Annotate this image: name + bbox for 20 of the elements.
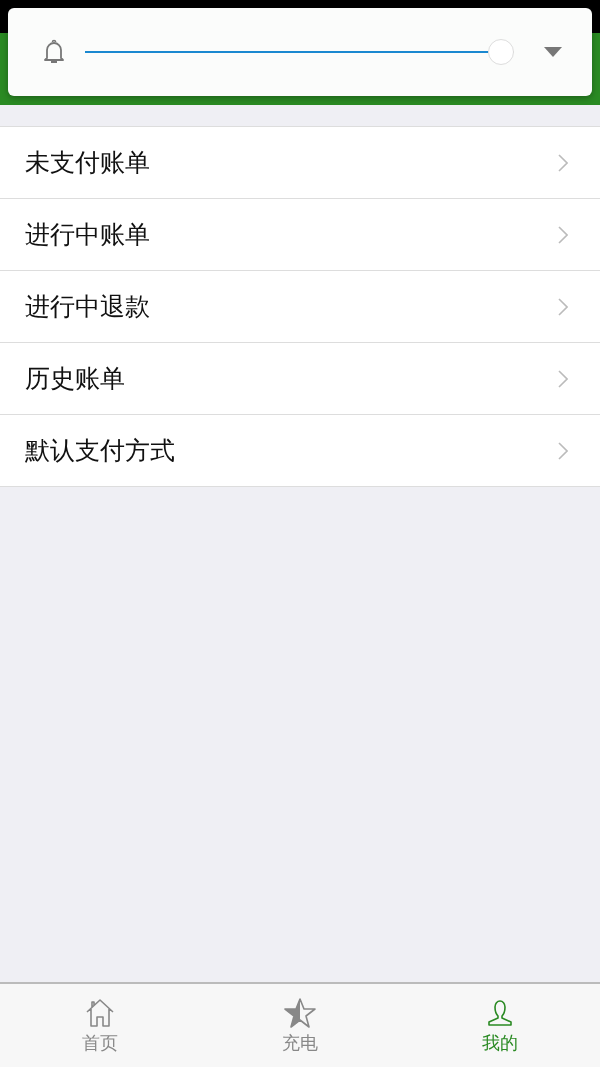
chevron-icon — [558, 225, 568, 244]
chevron-icon — [558, 369, 568, 388]
tab[interactable]: 我的 — [400, 984, 600, 1067]
dropdown-icon[interactable] — [544, 47, 562, 57]
menu-item[interactable]: 进行中账单 — [0, 199, 600, 271]
menu-label: 默认支付方式 — [25, 435, 175, 467]
menu-label: 进行中退款 — [25, 291, 150, 323]
menu-item[interactable]: 未支付账单 — [0, 127, 600, 199]
chevron-icon — [558, 153, 568, 172]
slider-thumb[interactable] — [488, 39, 515, 65]
menu-label: 未支付账单 — [25, 147, 150, 179]
house-icon — [84, 996, 116, 1029]
menu-item[interactable]: 历史账单 — [0, 343, 600, 415]
menu-label: 进行中账单 — [25, 219, 150, 251]
star-icon — [283, 996, 317, 1029]
chevron-icon — [558, 441, 568, 460]
menu-item[interactable]: 默认支付方式 — [0, 415, 600, 487]
menu-item[interactable]: 进行中退款 — [0, 271, 600, 343]
chevron-icon — [558, 297, 568, 316]
menu-label: 历史账单 — [25, 363, 125, 395]
